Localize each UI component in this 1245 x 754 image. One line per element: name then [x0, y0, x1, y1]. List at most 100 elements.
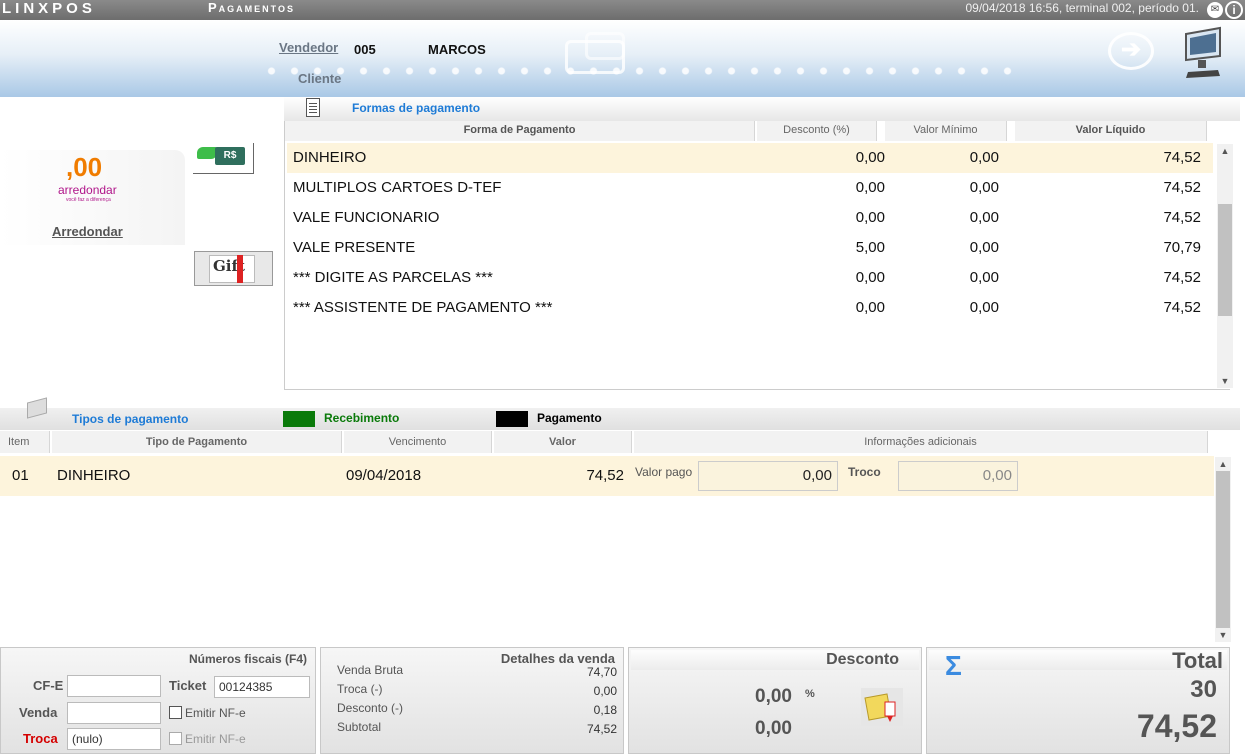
emitir-nfe-label: Emitir NF-e: [185, 706, 246, 720]
tipo-row[interactable]: 01 DINHEIRO 09/04/2018 74,52 Valor pago …: [0, 456, 1214, 496]
subtotal-label: Subtotal: [337, 720, 382, 734]
col-info[interactable]: Informações adicionais: [634, 431, 1208, 453]
desconto-percent-value[interactable]: 0,00: [755, 686, 792, 708]
info-icon[interactable]: i: [1225, 1, 1243, 19]
ticket-input[interactable]: 00124385: [214, 676, 310, 698]
forma-liquido: 70,79: [1163, 239, 1201, 256]
valor-pago-input[interactable]: 0,00: [698, 461, 838, 491]
forma-desconto: 0,00: [855, 149, 885, 166]
vendedor-code: 005: [354, 42, 376, 57]
cliente-label[interactable]: Cliente: [298, 71, 341, 86]
forma-name: VALE FUNCIONARIO: [293, 209, 440, 226]
troca-input[interactable]: (nulo): [67, 728, 161, 750]
tipo-vencimento: 09/04/2018: [346, 467, 422, 484]
cash-payment-button[interactable]: R$: [193, 143, 254, 174]
arredondar-logo: arredondar: [58, 183, 117, 197]
forma-name: MULTIPLOS CARTOES D-TEF: [293, 179, 502, 196]
col-liquido[interactable]: Valor Líquido: [1015, 121, 1207, 141]
forma-desconto: 0,00: [855, 179, 885, 196]
tipo-valor: 74,52: [586, 467, 624, 484]
forma-desconto: 5,00: [855, 239, 885, 256]
formas-grid: Forma de Pagamento Desconto (%) Valor Mí…: [284, 121, 1230, 390]
forma-minimo: 0,00: [969, 239, 999, 256]
total-title: Total: [1172, 648, 1223, 673]
desconto-amount-value[interactable]: 0,00: [755, 718, 792, 740]
arredondar-slogan: você faz a diferença: [66, 197, 111, 203]
forma-minimo: 0,00: [969, 149, 999, 166]
venda-bruta-value: 74,70: [586, 665, 617, 679]
vendedor-label-text: Vendedor: [279, 40, 339, 55]
scroll-thumb[interactable]: [1216, 471, 1230, 628]
arredondar-button-label[interactable]: Arredondar: [52, 224, 123, 239]
decorative-dots: [260, 65, 1020, 77]
detalhes-panel: Detalhes da venda Venda Bruta 74,70 Troc…: [320, 647, 624, 754]
money-note-icon: R$: [215, 147, 245, 165]
emitir-nfe-troca-checkbox: [169, 732, 182, 745]
venda-input[interactable]: [67, 702, 161, 724]
col-valor[interactable]: Valor: [494, 431, 632, 453]
forma-liquido: 74,52: [1163, 299, 1201, 316]
tipo-item: 01: [12, 467, 29, 484]
forma-row[interactable]: DINHEIRO 0,00 0,00 74,52: [287, 143, 1213, 173]
arrow-right-icon[interactable]: ➔: [1108, 32, 1154, 70]
forma-liquido: 74,52: [1163, 179, 1201, 196]
cfe-input[interactable]: [67, 675, 161, 697]
desconto-title: Desconto: [826, 651, 899, 668]
fiscal-title[interactable]: Números fiscais (F4): [189, 652, 307, 666]
venda-bruta-label: Venda Bruta: [337, 663, 404, 677]
col-item[interactable]: Item: [0, 431, 50, 453]
forma-liquido: 74,52: [1163, 269, 1201, 286]
subtotal-value: 74,52: [586, 722, 617, 736]
gift-card-button[interactable]: Gift: [194, 251, 273, 286]
forma-row[interactable]: *** ASSISTENTE DE PAGAMENTO *** 0,00 0,0…: [287, 293, 1213, 323]
scroll-thumb[interactable]: [1218, 204, 1232, 316]
col-vencimento[interactable]: Vencimento: [344, 431, 492, 453]
total-quantity: 30: [1190, 676, 1217, 703]
ticket-label: Ticket: [169, 678, 207, 693]
col-desconto[interactable]: Desconto (%): [757, 121, 877, 141]
legend-recebimento-label: Recebimento: [324, 411, 400, 425]
round-amount: ,00: [66, 152, 103, 182]
percent-symbol: %: [805, 688, 815, 700]
scroll-up-icon[interactable]: ▲: [1217, 144, 1233, 158]
document-icon: [306, 98, 320, 117]
formas-title: Formas de pagamento: [352, 101, 481, 115]
emitir-nfe-checkbox[interactable]: [169, 706, 182, 719]
col-forma[interactable]: Forma de Pagamento: [285, 121, 755, 141]
forma-desconto: 0,00: [855, 299, 885, 316]
forma-desconto: 0,00: [855, 269, 885, 286]
scroll-up-icon[interactable]: ▲: [1215, 457, 1231, 471]
sigma-icon: Σ: [945, 650, 962, 681]
desconto-det-value: 0,18: [593, 703, 617, 717]
scroll-down-icon[interactable]: ▼: [1217, 374, 1233, 388]
gift-ribbon-icon: [237, 255, 243, 283]
forma-liquido: 74,52: [1163, 209, 1201, 226]
forma-row[interactable]: VALE FUNCIONARIO 0,00 0,00 74,52: [287, 203, 1213, 233]
session-info: 09/04/2018 16:56, terminal 002, período …: [965, 1, 1199, 15]
chat-icon[interactable]: ✉: [1207, 2, 1223, 18]
col-tipo[interactable]: Tipo de Pagamento: [52, 431, 342, 453]
formas-scrollbar[interactable]: ▲ ▼: [1217, 144, 1233, 388]
troca-det-label: Troca (-): [337, 682, 383, 696]
forma-minimo: 0,00: [969, 269, 999, 286]
total-amount: 74,52: [1136, 708, 1217, 744]
forma-name: VALE PRESENTE: [293, 239, 416, 256]
legend-pagamento-label: Pagamento: [537, 411, 602, 425]
forma-row[interactable]: VALE PRESENTE 5,00 0,00 70,79: [287, 233, 1213, 263]
hand-icon: [197, 147, 217, 159]
valor-pago-label: Valor pago: [635, 465, 693, 479]
vendedor-name: MARCOS: [428, 42, 486, 57]
vendedor-label: Vendedor: [279, 40, 338, 55]
forma-name: *** DIGITE AS PARCELAS ***: [293, 269, 493, 286]
forma-row[interactable]: MULTIPLOS CARTOES D-TEF 0,00 0,00 74,52: [287, 173, 1213, 203]
discount-coupon-icon[interactable]: [861, 688, 903, 726]
forma-name: *** ASSISTENTE DE PAGAMENTO ***: [293, 299, 553, 316]
monitor-icon: [1185, 26, 1221, 78]
col-minimo[interactable]: Valor Mínimo: [885, 121, 1007, 141]
forma-row[interactable]: *** DIGITE AS PARCELAS *** 0,00 0,00 74,…: [287, 263, 1213, 293]
tipos-scrollbar[interactable]: ▲ ▼: [1215, 457, 1231, 642]
scroll-down-icon[interactable]: ▼: [1215, 628, 1231, 642]
forma-minimo: 0,00: [969, 299, 999, 316]
detalhes-title: Detalhes da venda: [500, 651, 615, 666]
tipo-name: DINHEIRO: [57, 467, 131, 484]
